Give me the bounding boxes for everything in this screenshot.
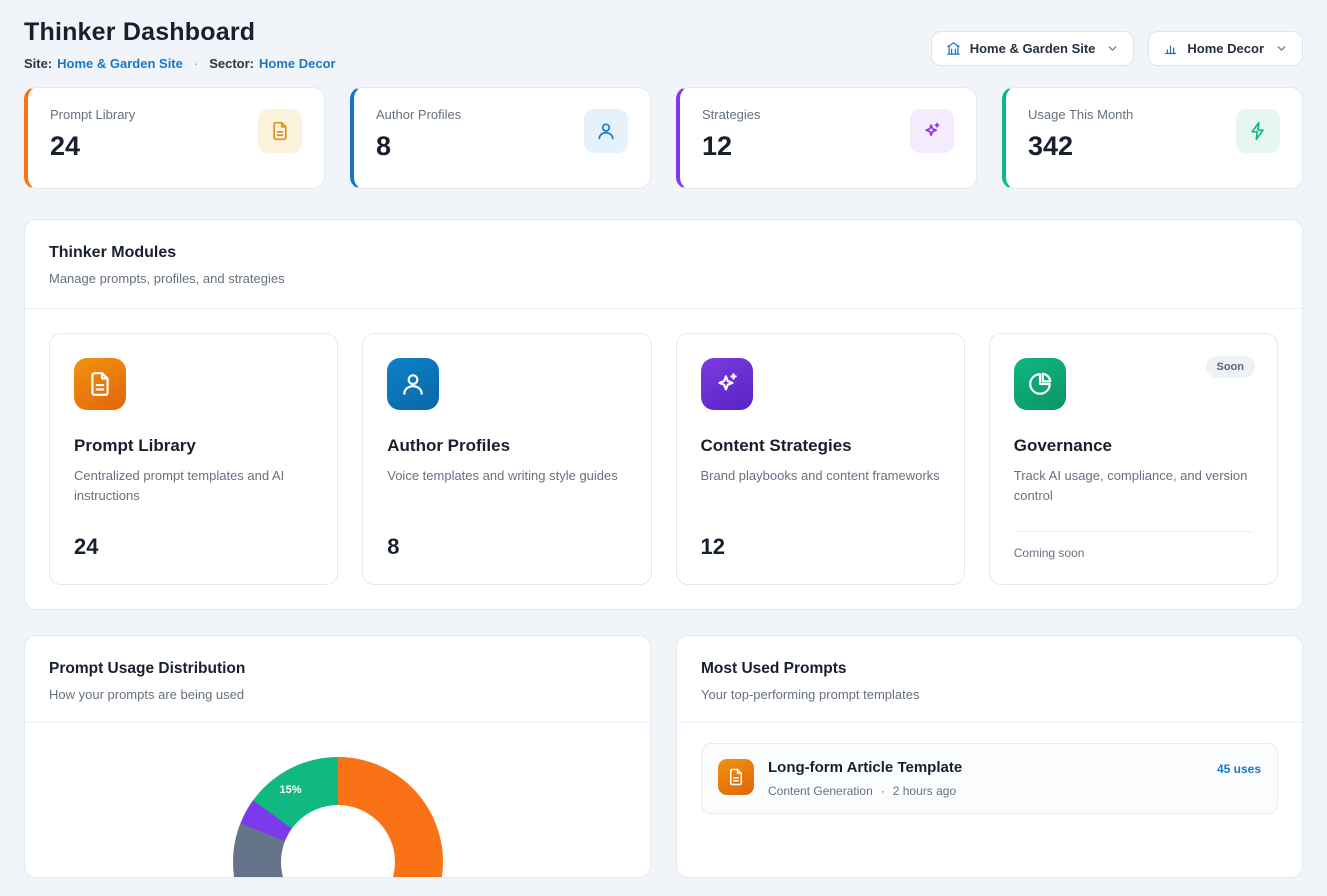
thinker-modules-panel: Thinker Modules Manage prompts, profiles… [24,219,1303,610]
lightning-icon [1236,109,1280,153]
module-count: 12 [701,534,940,560]
site-selector-value: Home & Garden Site [970,41,1096,56]
site-link[interactable]: Home & Garden Site [57,56,183,71]
divider [1014,531,1253,532]
module-count: 24 [74,534,313,560]
most-used-prompts-card: Most Used Prompts Your top-performing pr… [676,635,1303,878]
donut-label: 15% [279,784,301,796]
stat-text: Strategies 12 [702,107,761,162]
donut-chart-area: 15% [25,757,650,877]
sector-label: Sector: [209,56,254,71]
coming-soon-text: Coming soon [1014,546,1253,560]
user-icon [584,109,628,153]
stat-value: 24 [50,131,135,162]
modules-title: Thinker Modules [49,244,1278,262]
module-description: Centralized prompt templates and AI inst… [74,466,313,506]
donut-chart [233,757,443,877]
selectors: Home & Garden Site Home Decor [931,31,1303,66]
dashboard-page: Thinker Dashboard Site: Home & Garden Si… [0,0,1327,896]
stat-text: Author Profiles 8 [376,107,461,162]
module-title: Author Profiles [387,436,626,456]
chevron-down-icon [1106,42,1119,55]
sector-selector-dropdown[interactable]: Home Decor [1148,31,1303,66]
stat-card-author-profiles: Author Profiles 8 [350,87,651,189]
stat-value: 342 [1028,131,1133,162]
prompts-subtitle: Your top-performing prompt templates [701,687,1278,702]
prompt-uses-count: 45 uses [1217,762,1261,776]
module-footer: Coming soon [1014,531,1253,560]
stat-card-usage: Usage This Month 342 [1002,87,1303,189]
topbar: Thinker Dashboard Site: Home & Garden Si… [24,18,1303,71]
module-card-author-profiles[interactable]: Author Profiles Voice templates and writ… [362,333,651,585]
chevron-down-icon [1275,42,1288,55]
module-description: Track AI usage, compliance, and version … [1014,466,1253,506]
sector-link[interactable]: Home Decor [259,56,336,71]
stat-label: Author Profiles [376,107,461,122]
pie-chart-icon [1014,358,1066,410]
stat-text: Prompt Library 24 [50,107,135,162]
bar-chart-icon [1163,41,1178,56]
soon-badge: Soon [1206,356,1256,378]
sparkle-icon [701,358,753,410]
modules-subtitle: Manage prompts, profiles, and strategies [49,271,1278,286]
module-title: Content Strategies [701,436,940,456]
prompt-body: Long-form Article Template Content Gener… [768,759,1203,798]
stat-text: Usage This Month 342 [1028,107,1133,162]
bottom-row: Prompt Usage Distribution How your promp… [24,635,1303,878]
meta-separator: · [194,56,198,71]
document-icon [74,358,126,410]
stats-row: Prompt Library 24 Author Profiles 8 Stra… [24,87,1303,189]
prompt-meta: Content Generation · 2 hours ago [768,784,1203,798]
document-icon [718,759,754,795]
building-icon [946,41,961,56]
prompt-time: 2 hours ago [893,784,956,798]
stat-label: Strategies [702,107,761,122]
usage-title: Prompt Usage Distribution [49,660,626,678]
stat-card-prompt-library: Prompt Library 24 [24,87,325,189]
usage-distribution-card: Prompt Usage Distribution How your promp… [24,635,651,878]
stat-label: Usage This Month [1028,107,1133,122]
document-icon [258,109,302,153]
prompts-header: Most Used Prompts Your top-performing pr… [677,636,1302,722]
user-icon [387,358,439,410]
stat-card-strategies: Strategies 12 [676,87,977,189]
stat-label: Prompt Library [50,107,135,122]
modules-grid: Prompt Library Centralized prompt templa… [25,309,1302,609]
module-count: 8 [387,534,626,560]
topbar-left: Thinker Dashboard Site: Home & Garden Si… [24,18,336,71]
usage-header: Prompt Usage Distribution How your promp… [25,636,650,722]
prompts-title: Most Used Prompts [701,660,1278,678]
divider [25,722,650,723]
prompt-title: Long-form Article Template [768,759,1203,776]
site-selector-dropdown[interactable]: Home & Garden Site [931,31,1135,66]
module-title: Governance [1014,436,1253,456]
stat-value: 12 [702,131,761,162]
list-item[interactable]: Long-form Article Template Content Gener… [701,743,1278,814]
module-card-governance[interactable]: Soon Governance Track AI usage, complian… [989,333,1278,585]
sparkle-icon [910,109,954,153]
site-label: Site: [24,56,52,71]
sector-selector-value: Home Decor [1187,41,1264,56]
module-description: Voice templates and writing style guides [387,466,626,486]
module-card-content-strategies[interactable]: Content Strategies Brand playbooks and c… [676,333,965,585]
modules-header: Thinker Modules Manage prompts, profiles… [25,220,1302,308]
stat-value: 8 [376,131,461,162]
prompt-list: Long-form Article Template Content Gener… [677,723,1302,834]
site-meta: Site: Home & Garden Site · Sector: Home … [24,56,336,71]
usage-subtitle: How your prompts are being used [49,687,626,702]
module-description: Brand playbooks and content frameworks [701,466,940,486]
module-title: Prompt Library [74,436,313,456]
prompt-category: Content Generation [768,784,873,798]
module-card-prompt-library[interactable]: Prompt Library Centralized prompt templa… [49,333,338,585]
page-title: Thinker Dashboard [24,18,336,47]
meta-separator: · [881,784,885,798]
